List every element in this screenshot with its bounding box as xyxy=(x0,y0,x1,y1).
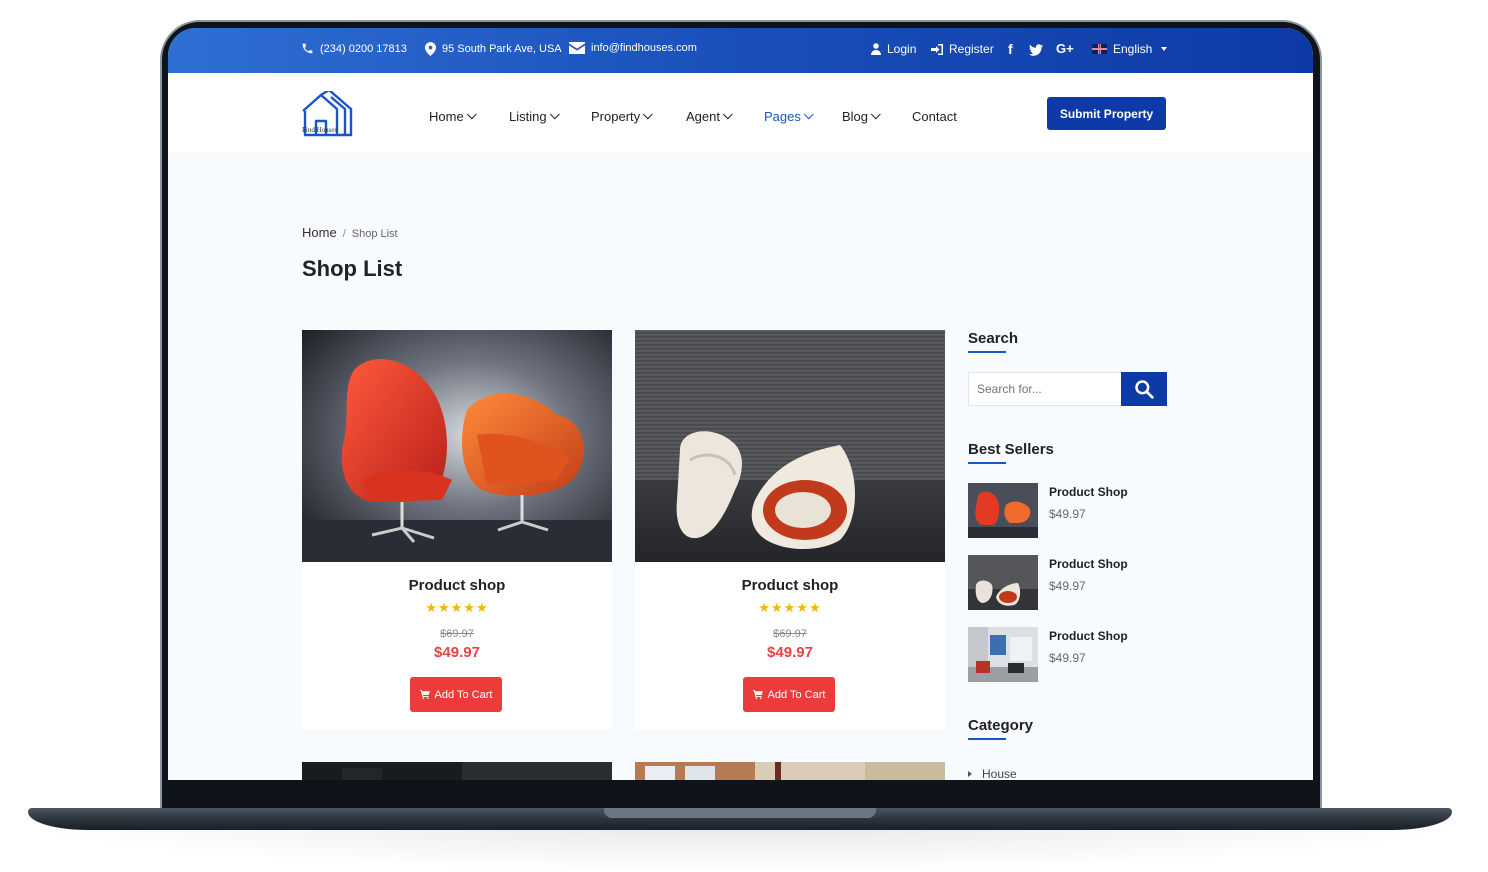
category-underline xyxy=(968,738,1006,740)
sign-in-icon xyxy=(931,43,943,55)
email-contact[interactable]: info@findhouses.com xyxy=(569,42,697,54)
best-seller-thumbnail xyxy=(968,627,1038,682)
nav-blog[interactable]: Blog xyxy=(842,109,881,124)
product-name[interactable]: Product shop xyxy=(635,577,945,594)
nav-agent-label: Agent xyxy=(686,109,720,124)
chevron-down-icon xyxy=(549,109,560,120)
search-icon xyxy=(1135,380,1154,399)
best-seller-item[interactable]: Product Shop $49.97 xyxy=(968,483,1208,539)
language-label: English xyxy=(1113,42,1153,56)
register-label: Register xyxy=(949,42,994,56)
old-price: $69.97 xyxy=(773,628,807,640)
add-to-cart-label: Add To Cart xyxy=(434,688,493,701)
product-card: Product shop ★★★★★ $69.97 $49.97 Add To … xyxy=(635,330,945,730)
product-image-dark-room[interactable] xyxy=(302,762,612,780)
phone-icon xyxy=(302,43,313,54)
product-image-red-chairs[interactable] xyxy=(302,330,612,562)
user-icon xyxy=(871,43,881,55)
login-label: Login xyxy=(887,42,917,56)
product-name[interactable]: Product shop xyxy=(302,577,612,594)
old-price: $69.97 xyxy=(440,628,474,640)
best-sellers-underline xyxy=(968,462,1006,464)
nav-pages-label: Pages xyxy=(764,109,801,124)
address-contact: 95 South Park Ave, USA xyxy=(425,42,562,56)
category-heading: Category xyxy=(968,717,1034,734)
search-heading: Search xyxy=(968,330,1019,347)
best-seller-name: Product Shop xyxy=(1049,557,1128,571)
best-sellers-heading: Best Sellers xyxy=(968,441,1054,458)
nav-pages[interactable]: Pages xyxy=(764,109,814,124)
category-item-house[interactable]: House xyxy=(968,767,1017,780)
search-button[interactable] xyxy=(1121,372,1167,406)
caret-down-icon xyxy=(1161,47,1168,51)
nav-blog-label: Blog xyxy=(842,109,869,124)
product-image-living-room[interactable] xyxy=(635,762,945,780)
nav-home[interactable]: Home xyxy=(429,109,477,124)
best-seller-item[interactable]: Product Shop $49.97 xyxy=(968,627,1208,683)
phone-number: (234) 0200 17813 xyxy=(320,42,407,55)
chevron-down-icon xyxy=(722,109,733,120)
nav-listing[interactable]: Listing xyxy=(509,109,560,124)
best-seller-item[interactable]: Product Shop $49.97 xyxy=(968,555,1208,611)
breadcrumb-current: Shop List xyxy=(351,228,398,240)
best-seller-price: $49.97 xyxy=(1049,507,1086,521)
best-seller-thumbnail xyxy=(968,555,1038,610)
address-text: 95 South Park Ave, USA xyxy=(442,43,562,55)
browser-screen: (234) 0200 17813 95 South Park Ave, USA … xyxy=(168,28,1313,780)
uk-flag-icon xyxy=(1092,44,1107,54)
chevron-down-icon xyxy=(870,109,881,120)
nav-contact[interactable]: Contact xyxy=(912,109,957,124)
add-to-cart-button[interactable]: Add To Cart xyxy=(410,677,502,712)
best-seller-thumbnail xyxy=(968,483,1038,538)
chevron-down-icon xyxy=(803,109,814,120)
best-seller-price: $49.97 xyxy=(1049,579,1086,593)
search-field[interactable] xyxy=(968,372,1122,406)
page-title: Shop List xyxy=(302,256,403,281)
language-selector[interactable]: English xyxy=(1092,42,1168,56)
chevron-down-icon xyxy=(466,109,477,120)
nav-property-label: Property xyxy=(591,109,641,124)
breadcrumb-separator: / xyxy=(342,228,346,240)
nav-contact-label: Contact xyxy=(912,109,957,124)
top-bar: (234) 0200 17813 95 South Park Ave, USA … xyxy=(168,28,1313,73)
product-card: Product shop ★★★★★ $69.97 $49.97 Add To … xyxy=(302,330,612,730)
star-rating: ★★★★★ xyxy=(758,600,822,615)
sale-price: $49.97 xyxy=(767,644,813,661)
facebook-icon[interactable]: f xyxy=(1008,41,1013,57)
breadcrumb: Home / Shop List xyxy=(302,225,398,240)
best-seller-name: Product Shop xyxy=(1049,485,1128,499)
search-heading-underline xyxy=(968,351,1006,353)
twitter-icon[interactable] xyxy=(1029,43,1043,59)
breadcrumb-home[interactable]: Home xyxy=(302,225,337,240)
best-seller-price: $49.97 xyxy=(1049,651,1086,665)
cart-icon xyxy=(419,690,430,699)
nav-listing-label: Listing xyxy=(509,109,547,124)
register-link[interactable]: Register xyxy=(931,42,994,56)
caret-right-icon xyxy=(968,771,972,777)
login-link[interactable]: Login xyxy=(871,42,916,56)
cart-icon xyxy=(752,690,763,699)
google-plus-icon[interactable]: G+ xyxy=(1056,41,1074,56)
nav-home-label: Home xyxy=(429,109,464,124)
submit-property-button[interactable]: Submit Property xyxy=(1047,97,1166,130)
map-pin-icon xyxy=(425,42,436,56)
nav-agent[interactable]: Agent xyxy=(686,109,733,124)
chevron-down-icon xyxy=(642,109,653,120)
laptop-notch xyxy=(604,808,876,818)
category-label: House xyxy=(982,767,1017,780)
phone-contact[interactable]: (234) 0200 17813 xyxy=(301,42,407,55)
logo-text: Find Houses xyxy=(302,126,338,134)
best-seller-name: Product Shop xyxy=(1049,629,1128,643)
sale-price: $49.97 xyxy=(434,644,480,661)
main-navbar: Find Houses Home Listing Property Agent … xyxy=(168,73,1313,153)
search-input[interactable] xyxy=(969,373,1121,405)
envelope-icon xyxy=(569,42,585,54)
email-text: info@findhouses.com xyxy=(591,42,697,54)
add-to-cart-button[interactable]: Add To Cart xyxy=(743,677,835,712)
star-rating: ★★★★★ xyxy=(425,600,489,615)
add-to-cart-label: Add To Cart xyxy=(767,688,826,701)
nav-property[interactable]: Property xyxy=(591,109,653,124)
product-image-white-chairs[interactable] xyxy=(635,330,945,562)
